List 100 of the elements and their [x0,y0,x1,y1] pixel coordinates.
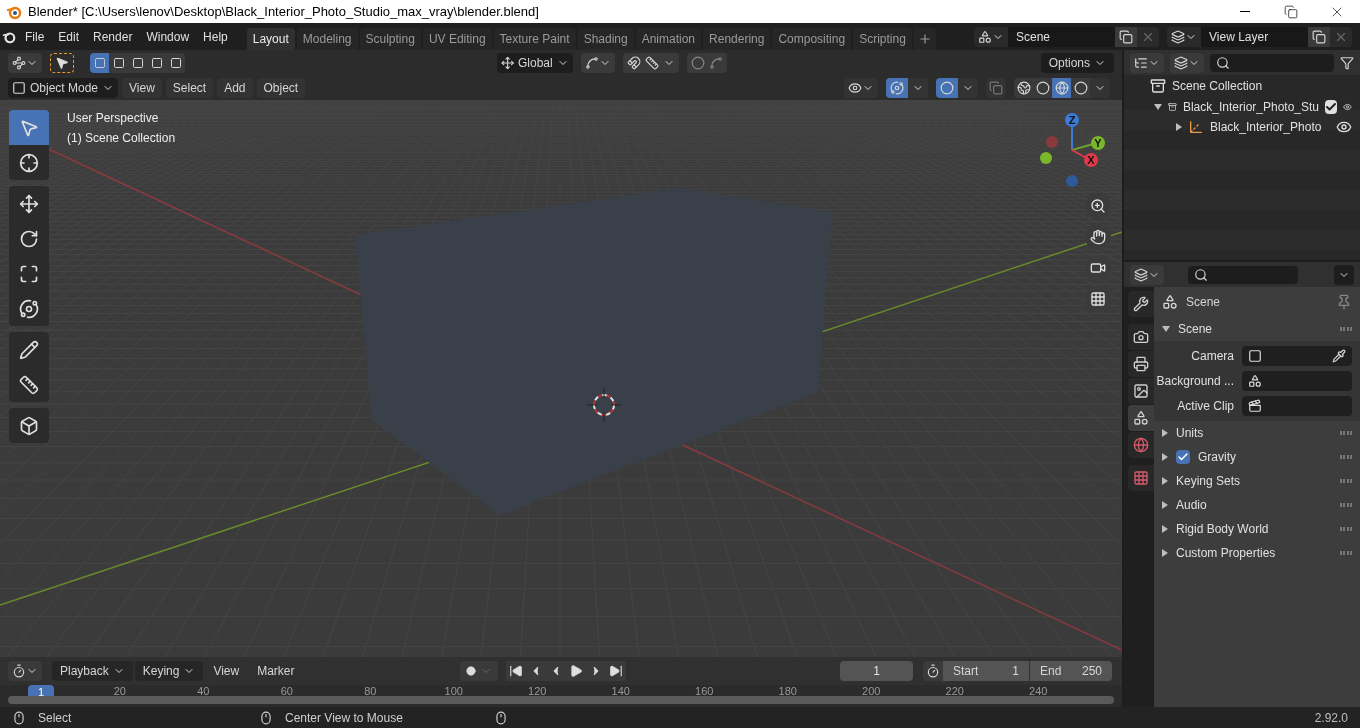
search-field[interactable] [1188,265,1298,284]
workspace-tab[interactable]: Sculpting [359,28,421,50]
select-tool-button[interactable] [50,52,74,73]
menu-item[interactable]: File [18,25,52,48]
overlay-toggle[interactable] [936,77,958,98]
app-logo-icon[interactable] [2,29,16,44]
add-workspace-button[interactable] [913,28,936,50]
expand-triangle-icon[interactable] [1162,525,1168,533]
measure-tool[interactable] [9,367,49,402]
timeline-menu[interactable]: View [205,661,248,681]
timeline-menu[interactable]: Marker [249,661,303,681]
drag-handle-icon[interactable] [1340,551,1352,555]
select-mode-button[interactable] [166,52,185,73]
expand-triangle-icon[interactable] [1154,104,1162,110]
axis-gizmo-drawing[interactable] [1040,113,1105,187]
tool-tab[interactable] [1127,291,1154,317]
preview-range-button[interactable] [923,661,943,681]
expand-triangle-icon[interactable] [1162,549,1168,557]
drag-handle-icon[interactable] [1340,503,1352,507]
world-tab[interactable] [1127,432,1154,458]
end-frame-field[interactable]: End 250 [1030,661,1112,681]
editor-type-button[interactable] [1130,52,1164,73]
exclude-checkbox[interactable] [1325,100,1338,114]
select-mode-button[interactable] [90,52,109,73]
display-mode-button[interactable] [1170,52,1204,73]
jump-start-button[interactable] [506,661,526,681]
orientation-dropdown[interactable]: Global [496,52,573,73]
select-mode-button[interactable] [109,52,128,73]
property-field[interactable] [1242,396,1352,416]
menu-item[interactable]: Help [196,25,235,48]
editor-type-button[interactable] [1130,264,1164,285]
camera-view-button[interactable] [1085,255,1111,281]
property-field[interactable] [1242,346,1352,366]
workspace-tab[interactable]: UV Editing [422,28,492,50]
visibility-dropdown[interactable] [844,77,878,98]
workspace-tab[interactable]: Scripting [853,28,912,50]
menu-item[interactable]: Render [86,25,140,48]
current-frame-field[interactable]: 1 [840,661,913,681]
3d-viewport[interactable]: User Perspective (1) Scene Collection Z Y X [0,100,1122,657]
add-cube-tool[interactable] [9,408,49,443]
drag-handle-icon[interactable] [1340,455,1352,459]
start-frame-field[interactable]: Start 1 [943,661,1029,681]
outliner-item[interactable]: Black_Interior_Photo_Stu [1182,98,1320,116]
expand-triangle-icon[interactable] [1162,326,1170,332]
expand-triangle-icon[interactable] [1162,429,1168,437]
expand-triangle-icon[interactable] [1162,501,1168,509]
options-dropdown[interactable] [1334,264,1354,285]
editor-type-button[interactable] [8,52,42,73]
pin-button[interactable] [1336,294,1352,310]
editor-type-button[interactable] [8,661,42,681]
proportional-edit-button[interactable] [686,52,727,73]
transform-tool[interactable] [9,291,49,326]
new-view-layer-button[interactable] [1308,26,1330,47]
new-scene-button[interactable] [1115,26,1137,47]
view-layer-selector-button[interactable] [1167,26,1201,47]
expand-triangle-icon[interactable] [1176,123,1182,131]
xray-toggle[interactable] [986,77,1006,98]
workspace-tab[interactable]: Modeling [296,28,358,50]
workspace-tab[interactable]: Rendering [703,28,771,50]
outliner-item[interactable]: Black_Interior_Photo [1210,118,1330,136]
drag-handle-icon[interactable] [1340,431,1352,435]
material-shading-button[interactable] [1052,77,1071,98]
view-layer-tab[interactable] [1127,378,1154,404]
rendered-shading-button[interactable] [1071,77,1090,98]
workspace-tab[interactable]: Shading [577,28,634,50]
drag-handle-icon[interactable] [1340,527,1352,531]
filter-button[interactable] [1340,55,1354,70]
options-dropdown[interactable]: Options [1040,52,1114,73]
visibility-toggle[interactable] [1336,119,1352,135]
viewport-menu[interactable]: View [122,77,162,98]
solid-shading-button[interactable] [1033,77,1052,98]
menu-item[interactable]: Edit [51,25,87,48]
select-box-tool[interactable] [9,110,49,145]
timeline-menu-dropdown[interactable]: Playback [52,661,133,681]
cursor-tool[interactable] [9,145,49,180]
drag-handle-icon[interactable] [1340,327,1352,331]
panel-checkbox[interactable] [1176,450,1190,464]
jump-end-button[interactable] [606,661,626,681]
viewport-menu[interactable]: Object [256,77,306,98]
output-tab[interactable] [1127,351,1154,377]
render-tab[interactable] [1127,324,1154,350]
timeline-menu-dropdown[interactable]: Keying [134,661,204,681]
zoom-button[interactable] [1085,193,1111,219]
drag-handle-icon[interactable] [1340,479,1352,483]
scene-tab[interactable] [1127,405,1154,431]
scene-selector-button[interactable] [974,26,1008,47]
auto-keying-button[interactable] [460,661,498,681]
mode-dropdown[interactable]: Object Mode [8,77,118,98]
gizmo-toggle[interactable] [886,77,908,98]
expand-triangle-icon[interactable] [1162,477,1168,485]
pivot-dropdown[interactable] [580,52,615,73]
search-field[interactable] [1210,53,1334,72]
expand-triangle-icon[interactable] [1162,453,1168,461]
annotate-tool[interactable] [9,332,49,367]
menu-item[interactable]: Window [139,25,197,48]
viewport-menu[interactable]: Select [165,77,214,98]
workspace-tab[interactable]: Texture Paint [493,28,576,50]
property-field[interactable] [1242,371,1352,391]
workspace-tab[interactable]: Compositing [772,28,852,50]
pan-button[interactable] [1085,224,1111,250]
